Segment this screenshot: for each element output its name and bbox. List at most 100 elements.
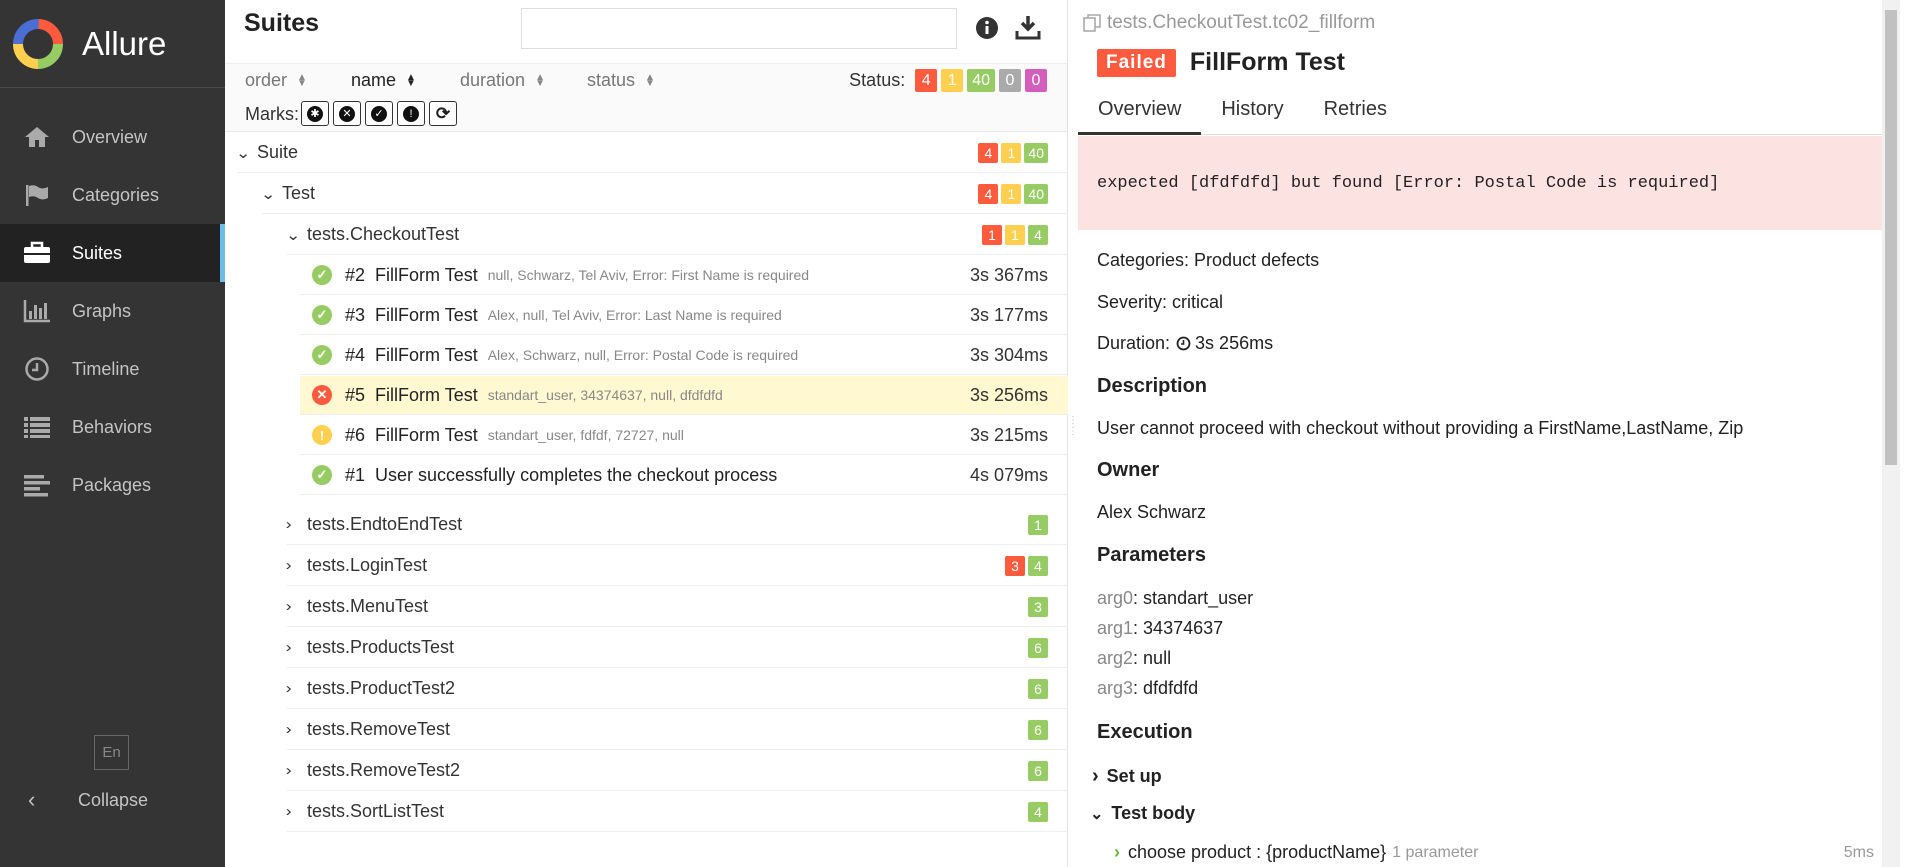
mark-new-broken-button[interactable]: ! [397,101,425,126]
sort-duration-label: duration [460,70,526,90]
suites-header: Suites [225,0,1067,64]
sidebar-item-behaviors[interactable]: Behaviors [0,398,225,456]
test-duration: 4s 079ms [969,464,1048,485]
tab-retries[interactable]: Retries [1304,92,1407,135]
test-params: null, Schwarz, Tel Aviv, Error: First Na… [487,267,810,283]
description-text: User cannot proceed with checkout withou… [1097,418,1744,438]
count-failed: 3 [1005,556,1025,576]
info-icon[interactable] [975,16,999,40]
count-failed: 4 [978,143,999,163]
sort-name-label: name [351,70,397,90]
status-filter-broken[interactable]: 1 [941,69,964,92]
suites-pane: Suites order ▲ ▼ name ▲ ▼ duration ▲ ▼ stat… [225,0,1068,867]
sidebar-item-overview[interactable]: Overview [0,108,225,166]
sidebar-item-timeline[interactable]: Timeline [0,340,225,398]
collapse-button[interactable]: ‹ Collapse [28,785,148,815]
node-counts: 3 [1025,597,1048,617]
mark-retries-button[interactable]: ⟳ [429,101,457,126]
sort-order[interactable]: order ▲ ▼ [245,70,307,91]
sort-status[interactable]: status ▲ ▼ [587,70,655,91]
parameter-row: arg2: null [1097,648,1172,668]
test-case-row[interactable]: ✓ #3 FillForm Test Alex, null, Tel Aviv,… [300,296,1068,335]
sidebar-item-graphs[interactable]: Graphs [0,282,225,340]
tree-node-group[interactable]: › tests.SortListTest 4 [286,792,1068,832]
chevron-down-icon: ⌄ [235,144,251,162]
sort-arrows-icon: ▲ ▼ [297,71,307,89]
tree-node-test[interactable]: ⌄ Test 4 1 40 [261,174,1068,214]
pane-splitter[interactable]: ⋮ ⋮ [1068,415,1078,455]
tree-node-group[interactable]: › tests.MenuTest 3 [286,587,1068,627]
sidebar: Allure Overview Categories Suites Graphs [0,0,225,867]
clock-icon [22,355,52,383]
tree-node-group[interactable]: › tests.ProductTest2 6 [286,669,1068,709]
sidebar-item-label: Overview [72,126,148,147]
mark-new-passed-button[interactable]: ✓ [365,101,393,126]
scrollbar-thumb[interactable] [1885,10,1897,465]
sidebar-item-categories[interactable]: Categories [0,166,225,224]
tree-node-label: tests.MenuTest [307,596,429,616]
test-case-row[interactable]: ✓ #4 FillForm Test Alex, Schwarz, null, … [300,336,1068,375]
sidebar-item-label: Categories [72,184,160,205]
search-input[interactable] [521,8,957,49]
chevron-left-icon: ‹ [28,787,36,812]
parameters-heading: Parameters [1097,544,1206,566]
brand-name: Allure [82,24,167,62]
status-filter-unknown[interactable]: 0 [1025,69,1047,92]
test-case-row[interactable]: ✓ #1 User successfully completes the che… [300,456,1068,495]
chevron-right-icon: › [285,721,292,738]
mark-flaky-button[interactable]: ✱ [301,101,329,126]
tree-node-suite[interactable]: ⌄ Suite 4 1 40 [235,133,1068,173]
bar-chart-icon [22,297,52,325]
sort-arrows-icon: ▲ ▼ [535,71,545,89]
scrollbar[interactable] [1882,0,1900,867]
tab-history[interactable]: History [1201,92,1303,135]
severity-line: Severity: critical [1097,292,1224,312]
sidebar-item-suites[interactable]: Suites [0,224,225,282]
bomb-icon: ✱ [307,105,323,122]
mark-new-failed-button[interactable]: ✕ [333,101,361,126]
tab-overview[interactable]: Overview [1078,92,1202,135]
test-case-row-selected[interactable]: ✕ #5 FillForm Test standart_user, 343746… [300,376,1068,415]
chevron-down-icon: ⌄ [285,226,301,244]
page-title: Suites [244,9,320,37]
param-value: null [1143,648,1172,668]
passed-icon: ✓ [312,265,332,285]
breadcrumb-text: tests.CheckoutTest.tc02_fillform [1107,12,1376,33]
sidebar-item-label: Packages [72,474,152,495]
count-broken: 1 [1005,225,1025,245]
test-title: FillForm Test [375,384,478,405]
tree-node-group[interactable]: › tests.RemoveTest2 6 [286,751,1068,791]
step-row[interactable]: › choose product : {productName} 1 param… [1114,842,1874,863]
tree-node-label: Suite [257,142,299,162]
status-filter-failed[interactable]: 4 [915,69,938,92]
tree-node-label: tests.ProductTest2 [307,678,456,698]
execution-heading: Execution [1097,721,1193,743]
tree-node-group[interactable]: › tests.RemoveTest 6 [285,710,1068,750]
sidebar-item-label: Timeline [72,358,140,379]
sidebar-item-packages[interactable]: Packages [0,456,225,514]
status-filter-skipped[interactable]: 0 [999,69,1021,92]
copy-icon[interactable] [1083,14,1101,32]
count-passed: 4 [1028,225,1048,245]
collapse-label: Collapse [78,789,149,810]
test-case-row[interactable]: ✓ #2 FillForm Test null, Schwarz, Tel Av… [300,256,1068,295]
marks-bar: Marks: ✱ ✕ ✓ ! ⟳ [225,96,1067,132]
download-icon[interactable] [1015,14,1041,40]
sort-name[interactable]: name ▲ ▼ [351,70,416,91]
tree-node-group[interactable]: › tests.ProductsTest 6 [286,628,1068,668]
status-filter-passed[interactable]: 40 [967,69,995,92]
tree-node-group[interactable]: › tests.EndtoEndTest 1 [286,505,1068,545]
setup-section[interactable]: › Set up [1092,765,1162,788]
language-switch[interactable]: En [94,735,129,770]
failed-icon: ✕ [312,385,332,405]
test-body-label: Test body [1111,803,1196,823]
test-title: FillForm Test [375,424,478,445]
tree-node-group[interactable]: › tests.LoginTest 3 4 [286,546,1068,586]
owner-value: Alex Schwarz [1097,502,1207,522]
test-case-row[interactable]: ! #6 FillForm Test standart_user, fdfdf,… [300,416,1068,455]
sort-duration[interactable]: duration ▲ ▼ [460,70,545,91]
brand[interactable]: Allure [0,0,225,88]
tree-node-checkout-test[interactable]: ⌄ tests.CheckoutTest 1 1 4 [285,215,1068,255]
error-message[interactable]: expected [dfdfdfd] but found [Error: Pos… [1078,136,1900,230]
test-body-section[interactable]: ⌄ Test body [1090,803,1195,824]
